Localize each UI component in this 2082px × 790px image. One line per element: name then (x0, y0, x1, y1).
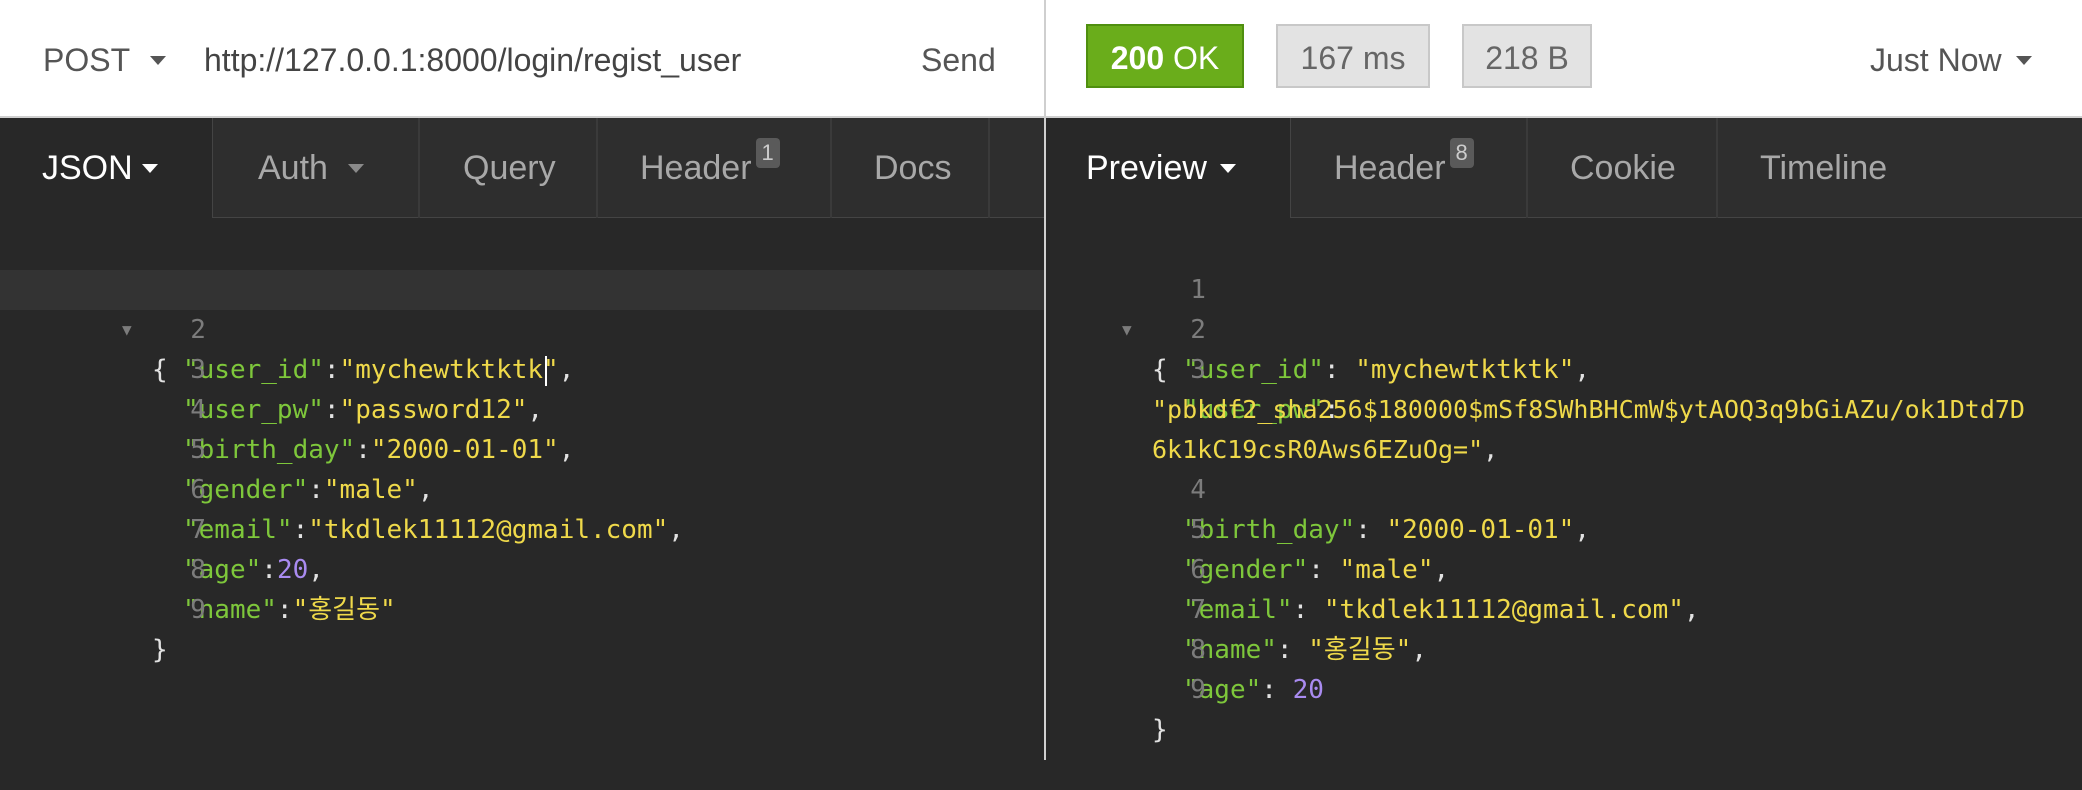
tab-cookie[interactable]: Cookie (1570, 118, 1676, 218)
json-number: 20 (1293, 675, 1324, 705)
response-pane: Preview Header8 Cookie Timeline 1 ▼ { 2 … (1046, 118, 2082, 760)
response-size-badge: 218 B (1462, 24, 1592, 88)
tab-separator (596, 118, 598, 218)
code-line: 7 "name": "홍길동", (1046, 550, 2082, 590)
code-line: 2 "user_id": "mychewtktktk", (1046, 270, 2082, 310)
method-select[interactable]: POST (43, 40, 130, 80)
tab-separator (1526, 118, 1528, 218)
header-count-badge: 1 (756, 138, 780, 168)
line-number: 9 (1140, 670, 1206, 710)
body-type-chevron-down-icon[interactable] (142, 164, 158, 173)
history-dropdown[interactable]: Just Now (1870, 40, 2002, 80)
status-text: OK (1173, 40, 1219, 76)
code-line: 5 "gender":"male", (0, 390, 1044, 430)
code-line: 9 } (1046, 630, 2082, 670)
code-line: 8 "age": 20 (1046, 590, 2082, 630)
response-header-count-badge: 8 (1450, 138, 1474, 168)
top-bar: POST http://127.0.0.1:8000/login/regist_… (0, 0, 2082, 118)
code-line-wrapped: "pbkdf2_sha256$180000$mSf8SWhBHCmW$ytAOQ… (1046, 350, 2082, 390)
close-brace: } (152, 630, 168, 670)
request-tab-bar: JSON Auth Query Header1 Docs (0, 118, 1044, 218)
line-number: 9 (94, 590, 206, 630)
tab-preview[interactable]: Preview (1046, 118, 1291, 218)
tab-header[interactable]: Header1 (640, 118, 780, 218)
response-time-badge: 167 ms (1276, 24, 1430, 88)
history-chevron-down-icon[interactable] (2016, 56, 2032, 65)
code-line: 1 ▼ { (1046, 230, 2082, 270)
tab-query[interactable]: Query (463, 118, 556, 218)
code-line-wrapped: 6k1kC19csR0Aws6EZuOg=", (1046, 390, 2082, 430)
code-line: 6 "email":"tkdlek11112@gmail.com", (0, 430, 1044, 470)
tab-json[interactable]: JSON (0, 118, 213, 218)
tab-separator (988, 118, 990, 218)
auth-chevron-down-icon[interactable] (348, 164, 364, 173)
preview-mode-chevron-down-icon[interactable] (1220, 164, 1236, 173)
tab-response-header-label: Header (1334, 149, 1446, 187)
request-body-editor[interactable]: 1 ▼ { 2 "user_id":"mychewtktktk", 3 "use… (0, 230, 1044, 760)
colon: : (277, 595, 293, 625)
code-line: 1 ▼ { (0, 230, 1044, 270)
close-brace: } (1152, 710, 1168, 750)
url-input[interactable]: http://127.0.0.1:8000/login/regist_user (204, 40, 741, 80)
response-tab-bar: Preview Header8 Cookie Timeline (1046, 118, 2082, 218)
code-line: 6 "email": "tkdlek11112@gmail.com", (1046, 510, 2082, 550)
tab-auth[interactable]: Auth (258, 118, 328, 218)
request-pane: JSON Auth Query Header1 Docs 1 ▼ { 2 "us… (0, 118, 1044, 760)
code-line: 3 "user_pw": (1046, 310, 2082, 350)
code-line: 4 "birth_day":"2000-01-01", (0, 350, 1044, 390)
code-line: 3 "user_pw":"password12", (0, 310, 1044, 350)
send-button[interactable]: Send (921, 40, 996, 80)
status-code: 200 (1111, 40, 1164, 76)
method-chevron-down-icon[interactable] (150, 56, 166, 65)
tab-json-label: JSON (42, 118, 133, 218)
tab-timeline[interactable]: Timeline (1760, 118, 1887, 218)
tab-separator (418, 118, 420, 218)
code-line: 8 "name":"홍길동" (0, 510, 1044, 550)
tab-auth-label: Auth (258, 149, 328, 187)
tab-preview-label: Preview (1086, 118, 1207, 218)
json-string: "홍길동" (293, 595, 396, 625)
colon: : (1261, 675, 1292, 705)
code-line: 2 "user_id":"mychewtktktk", (0, 270, 1044, 310)
tab-docs[interactable]: Docs (874, 118, 951, 218)
tab-separator (1716, 118, 1718, 218)
tab-header-label: Header (640, 149, 752, 187)
code-line: 4 "birth_day": "2000-01-01", (1046, 430, 2082, 470)
code-line: 9 } (0, 550, 1044, 590)
status-badge: 200 OK (1086, 24, 1244, 88)
response-body-viewer: 1 ▼ { 2 "user_id": "mychewtktktk", 3 "us… (1046, 230, 2082, 760)
tab-separator (830, 118, 832, 218)
tab-response-header[interactable]: Header8 (1334, 118, 1474, 218)
code-line: 7 "age":20, (0, 470, 1044, 510)
code-line: 5 "gender": "male", (1046, 470, 2082, 510)
method-label: POST (43, 42, 130, 78)
